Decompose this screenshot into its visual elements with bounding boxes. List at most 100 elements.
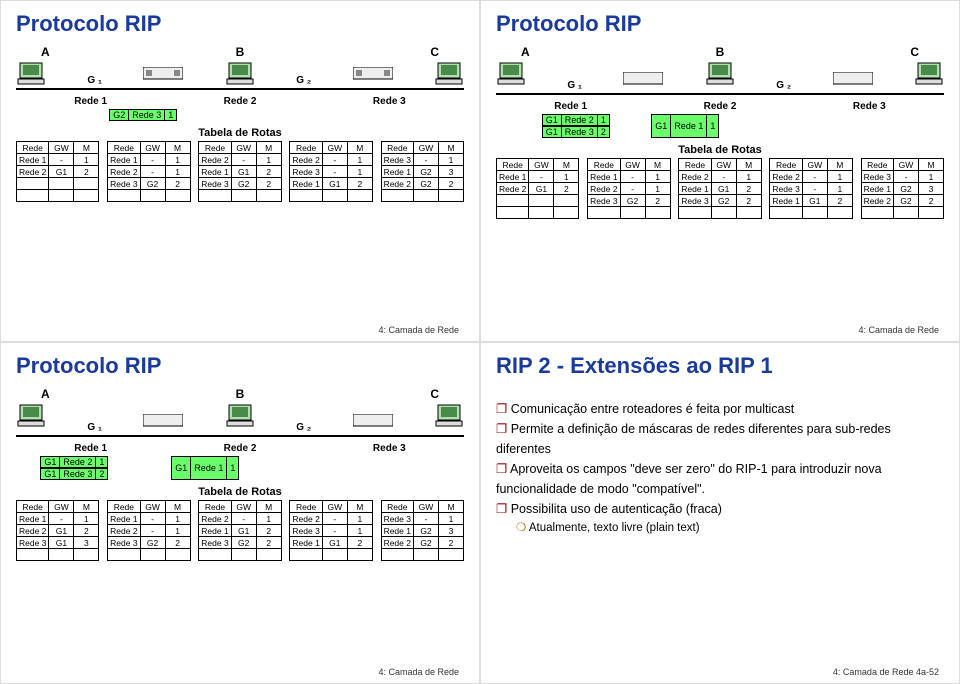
g1-label: G ₁: [87, 422, 102, 433]
rede1-label: Rede 1: [16, 96, 165, 107]
label-c: C: [430, 45, 439, 59]
rede3-label: Rede 3: [315, 443, 464, 454]
rip-messages: G2Rede 31: [16, 109, 464, 121]
host-b: [225, 61, 255, 86]
segment-labels: Rede 1 Rede 2 Rede 3: [496, 101, 944, 112]
host-a: [496, 61, 526, 91]
routing-table: RedeGWMRede 1-1Rede 2G12Rede 3G13: [16, 500, 99, 561]
topology-row: G ₁ G ₂: [16, 403, 464, 433]
router-g1: [623, 72, 663, 91]
host-labels: A B C: [521, 45, 919, 59]
rip-msg: G2Rede 31: [109, 109, 177, 121]
slide-4: RIP 2 - Extensões ao RIP 1 Comunicação e…: [480, 342, 960, 684]
routing-table: RedeGWMRede 3-1Rede 1G23Rede 2G22: [381, 141, 464, 202]
routing-table: RedeGWMRede 1-1Rede 2-1Rede 3G22: [107, 500, 190, 561]
routing-table: RedeGWMRede 2-1Rede 3-1Rede 1G12: [289, 141, 372, 202]
routing-table: RedeGWMRede 2-1Rede 3-1Rede 1G12: [769, 158, 852, 219]
rede1-label: Rede 1: [496, 101, 645, 112]
g2-label: G ₂: [776, 80, 791, 91]
routing-tables: RedeGWMRede 1-1Rede 2G12RedeGWMRede 1-1R…: [496, 158, 944, 219]
slide-footer: 4: Camada de Rede 4a-52: [833, 667, 939, 677]
topology-row: G ₁ G ₂: [16, 61, 464, 86]
router-g1: [143, 67, 183, 86]
rede3-label: Rede 3: [795, 101, 944, 112]
bullet-item: Atualmente, texto livre (plain text): [516, 519, 944, 537]
rip-messages: G1Rede 21 G1Rede 32 G1Rede 11: [496, 114, 944, 138]
segment-labels: Rede 1 Rede 2 Rede 3: [16, 443, 464, 454]
slide-footer: 4: Camada de Rede: [378, 325, 459, 335]
rip-msg: G1Rede 11: [171, 456, 239, 480]
bullet-item: Possibilita uso de autenticação (fraca): [496, 499, 944, 519]
topology-row: G ₁ G ₂: [496, 61, 944, 91]
host-c: [434, 403, 464, 433]
network-line: [16, 435, 464, 437]
slide-3: Protocolo RIP A B C G ₁ G ₂ Rede 1 Rede …: [0, 342, 480, 684]
bullet-item: Comunicação entre roteadores é feita por…: [496, 399, 944, 419]
router-g2: [353, 414, 393, 433]
routing-tables: RedeGWMRede 1-1Rede 2G12RedeGWMRede 1-1R…: [16, 141, 464, 202]
label-a: A: [41, 387, 50, 401]
router-g1: [143, 414, 183, 433]
slide-1: Protocolo RIP A B C G ₁ G ₂ Rede 1 Rede …: [0, 0, 480, 342]
rip-msg: G1Rede 21: [40, 456, 108, 468]
g2-label: G ₂: [296, 422, 311, 433]
rede1-label: Rede 1: [16, 443, 165, 454]
slide-title: Protocolo RIP: [16, 353, 464, 379]
router-g2: [833, 72, 873, 91]
slide-title: RIP 2 - Extensões ao RIP 1: [496, 353, 944, 379]
rip-msg: G1Rede 11: [651, 114, 719, 138]
rip-msg: G1Rede 32: [542, 126, 610, 138]
host-c: [434, 61, 464, 86]
label-b: B: [716, 45, 725, 59]
label-a: A: [41, 45, 50, 59]
routing-table: RedeGWMRede 1-1Rede 2-1Rede 3G22: [587, 158, 670, 219]
rip-msg: G1Rede 32: [40, 468, 108, 480]
network-line: [496, 93, 944, 95]
routing-table: RedeGWMRede 2-1Rede 1G12Rede 3G22: [678, 158, 761, 219]
page-grid: Protocolo RIP A B C G ₁ G ₂ Rede 1 Rede …: [0, 0, 960, 684]
host-b: [705, 61, 735, 91]
routing-table: RedeGWMRede 1-1Rede 2G12: [496, 158, 579, 219]
bullet-item: Aproveita os campos "deve ser zero" do R…: [496, 459, 944, 499]
label-a: A: [521, 45, 530, 59]
routing-table: RedeGWMRede 2-1Rede 1G12Rede 3G22: [198, 500, 281, 561]
host-b: [225, 403, 255, 433]
host-labels: A B C: [41, 387, 439, 401]
rede2-label: Rede 2: [645, 101, 794, 112]
routing-table: RedeGWMRede 3-1Rede 1G23Rede 2G22: [381, 500, 464, 561]
slide-title: Protocolo RIP: [496, 11, 944, 37]
slide-title: Protocolo RIP: [16, 11, 464, 37]
routing-table: RedeGWMRede 1-1Rede 2-1Rede 3G22: [107, 141, 190, 202]
bullet-item: Permite a definição de máscaras de redes…: [496, 419, 944, 459]
segment-labels: Rede 1 Rede 2 Rede 3: [16, 96, 464, 107]
tabela-title: Tabela de Rotas: [16, 127, 464, 139]
rip-messages: G1Rede 21 G1Rede 32 G1Rede 11: [16, 456, 464, 480]
host-a: [16, 403, 46, 433]
rip-msg: G1Rede 21: [542, 114, 610, 126]
label-b: B: [236, 387, 245, 401]
network-line: [16, 88, 464, 90]
tabela-title: Tabela de Rotas: [496, 144, 944, 156]
label-c: C: [430, 387, 439, 401]
rede2-label: Rede 2: [165, 443, 314, 454]
rede2-label: Rede 2: [165, 96, 314, 107]
g1-label: G ₁: [87, 75, 102, 86]
label-b: B: [236, 45, 245, 59]
router-g2: [353, 67, 393, 86]
host-a: [16, 61, 46, 86]
routing-tables: RedeGWMRede 1-1Rede 2G12Rede 3G13RedeGWM…: [16, 500, 464, 561]
slide-2: Protocolo RIP A B C G ₁ G ₂ Rede 1 Rede …: [480, 0, 960, 342]
host-labels: A B C: [41, 45, 439, 59]
tabela-title: Tabela de Rotas: [16, 486, 464, 498]
routing-table: RedeGWMRede 2-1Rede 1G12Rede 3G22: [198, 141, 281, 202]
host-c: [914, 61, 944, 91]
routing-table: RedeGWMRede 3-1Rede 1G23Rede 2G22: [861, 158, 944, 219]
g1-label: G ₁: [567, 80, 582, 91]
bullet-list: Comunicação entre roteadores é feita por…: [496, 399, 944, 537]
rede3-label: Rede 3: [315, 96, 464, 107]
routing-table: RedeGWMRede 1-1Rede 2G12: [16, 141, 99, 202]
slide-footer: 4: Camada de Rede: [378, 667, 459, 677]
label-c: C: [910, 45, 919, 59]
slide-footer: 4: Camada de Rede: [858, 325, 939, 335]
g2-label: G ₂: [296, 75, 311, 86]
